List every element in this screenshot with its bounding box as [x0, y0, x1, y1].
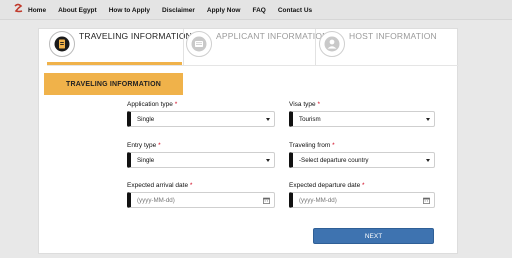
step-1-badge — [49, 31, 75, 57]
id-card-icon — [191, 36, 207, 52]
arrival-date-input[interactable]: (yyyy-MM-dd) — [127, 192, 275, 208]
step-1-label: TRAVELING INFORMATION — [79, 31, 192, 41]
nav-contact-us-link[interactable]: Contact Us — [278, 7, 312, 14]
traveling-from-select[interactable]: -Select departure country — [289, 152, 435, 168]
site-logo-icon[interactable] — [12, 3, 24, 17]
departure-date-input[interactable]: (yyyy-MM-dd) — [289, 192, 435, 208]
entry-type-label: Entry type * — [127, 142, 161, 149]
arrival-date-label: Expected arrival date * — [127, 182, 192, 189]
section-title: TRAVELING INFORMATION — [44, 73, 183, 95]
visa-type-value: Tourism — [299, 115, 321, 123]
visa-type-label-text: Visa type — [289, 101, 316, 108]
step-traveling-information[interactable]: TRAVELING INFORMATION — [47, 29, 192, 65]
required-mark: * — [317, 101, 320, 108]
application-type-label: Application type * — [127, 101, 177, 108]
application-type-label-text: Application type — [127, 101, 173, 108]
step-divider — [315, 29, 316, 65]
application-form-card: TRAVELING INFORMATION APPLICANT INFORMAT… — [38, 28, 459, 254]
chevron-down-icon — [266, 118, 270, 121]
traveling-from-label-text: Traveling from — [289, 142, 331, 149]
required-mark: * — [332, 142, 335, 149]
required-mark: * — [158, 142, 161, 149]
application-type-value: Single — [137, 115, 155, 123]
departure-date-label: Expected departure date * — [289, 182, 365, 189]
nav-about-egypt-link[interactable]: About Egypt — [58, 7, 97, 14]
document-icon — [54, 36, 70, 52]
step-2-label: APPLICANT INFORMATION — [216, 31, 329, 41]
chevron-down-icon — [426, 118, 430, 121]
visa-type-select[interactable]: Tourism — [289, 111, 435, 127]
chevron-down-icon — [266, 159, 270, 162]
nav-apply-now-link[interactable]: Apply Now — [207, 7, 241, 14]
required-mark: * — [362, 182, 365, 189]
nav-faq-link[interactable]: FAQ — [252, 7, 265, 14]
step-host-information[interactable]: HOST INFORMATION — [317, 29, 457, 65]
traveling-from-value: -Select departure country — [299, 156, 369, 164]
top-navigation: Home About Egypt How to Apply Disclaimer… — [0, 0, 512, 20]
step-2-badge — [186, 31, 212, 57]
required-mark: * — [189, 182, 193, 189]
calendar-icon[interactable] — [423, 197, 430, 204]
nav-home-link[interactable]: Home — [28, 7, 46, 14]
user-icon — [324, 36, 340, 52]
chevron-down-icon — [426, 159, 430, 162]
entry-type-label-text: Entry type — [127, 142, 157, 149]
next-button[interactable]: NEXT — [313, 228, 434, 244]
step-applicant-information[interactable]: APPLICANT INFORMATION — [184, 29, 328, 65]
required-mark: * — [174, 101, 178, 108]
traveling-from-label: Traveling from * — [289, 142, 335, 149]
application-type-select[interactable]: Single — [127, 111, 275, 127]
arrival-date-label-text: Expected arrival date — [127, 182, 189, 189]
departure-date-placeholder: (yyyy-MM-dd) — [299, 196, 337, 204]
step-3-label: HOST INFORMATION — [349, 31, 437, 41]
calendar-icon[interactable] — [263, 197, 270, 204]
entry-type-value: Single — [137, 156, 155, 164]
step-3-badge — [319, 31, 345, 57]
arrival-date-placeholder: (yyyy-MM-dd) — [137, 196, 175, 204]
wizard-steps: TRAVELING INFORMATION APPLICANT INFORMAT… — [47, 29, 459, 66]
visa-type-label: Visa type * — [289, 101, 320, 108]
nav-disclaimer-link[interactable]: Disclaimer — [162, 7, 195, 14]
nav-how-to-apply-link[interactable]: How to Apply — [109, 7, 150, 14]
entry-type-select[interactable]: Single — [127, 152, 275, 168]
departure-date-label-text: Expected departure date — [289, 182, 361, 189]
